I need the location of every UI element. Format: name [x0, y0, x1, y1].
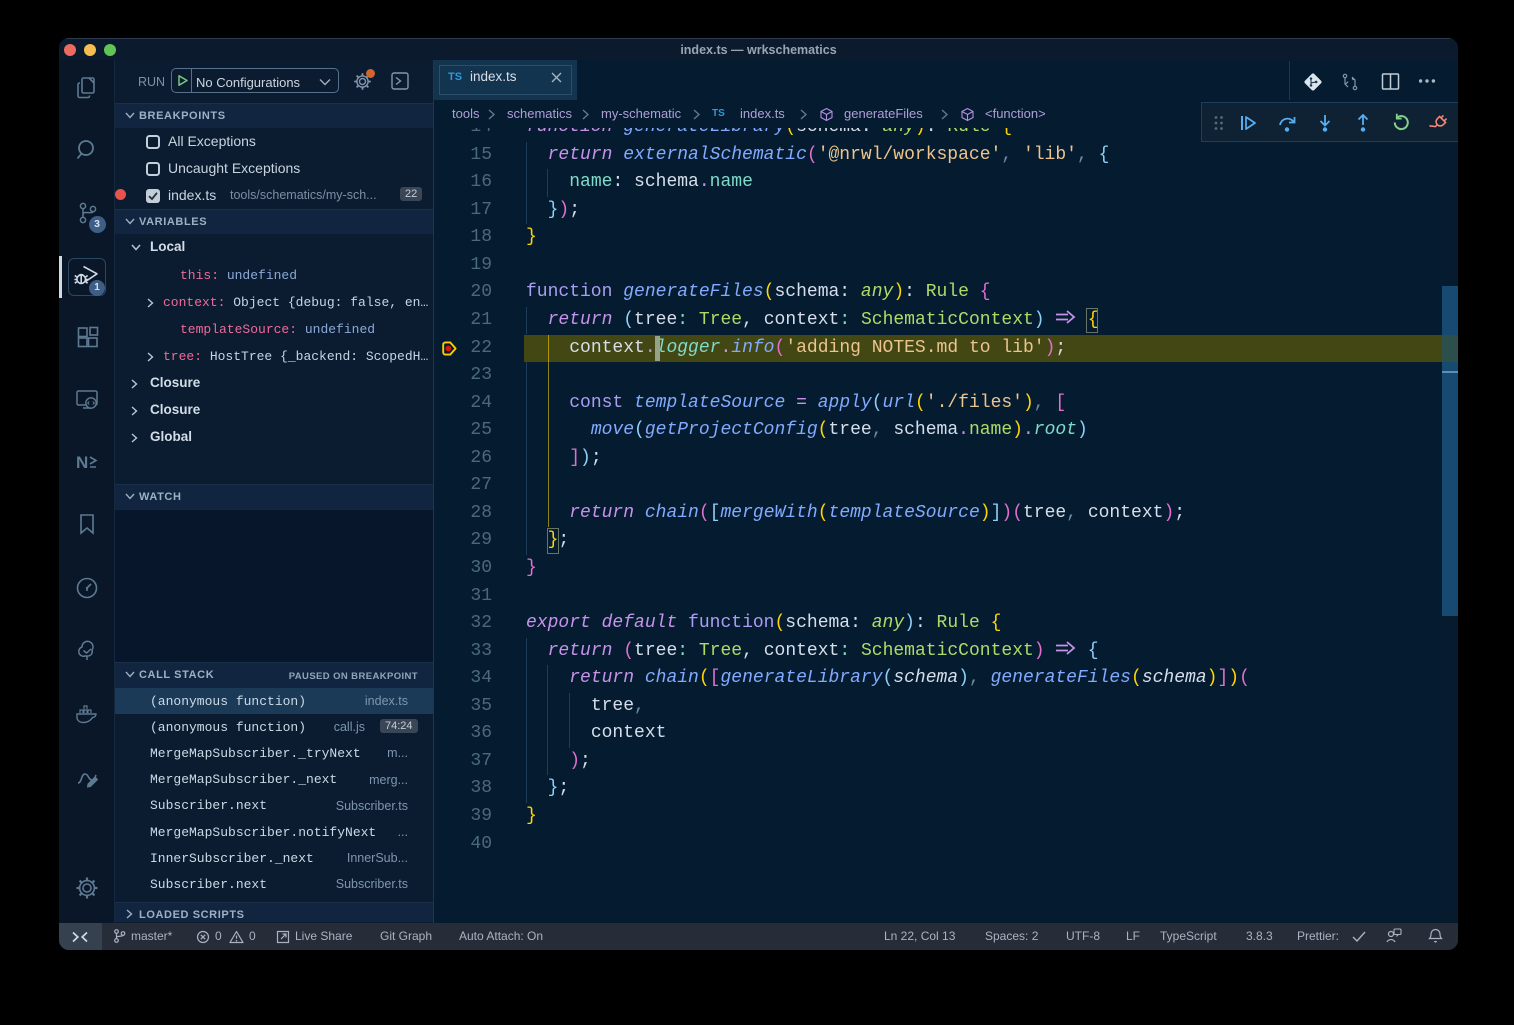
svg-text:N: N: [76, 453, 88, 472]
